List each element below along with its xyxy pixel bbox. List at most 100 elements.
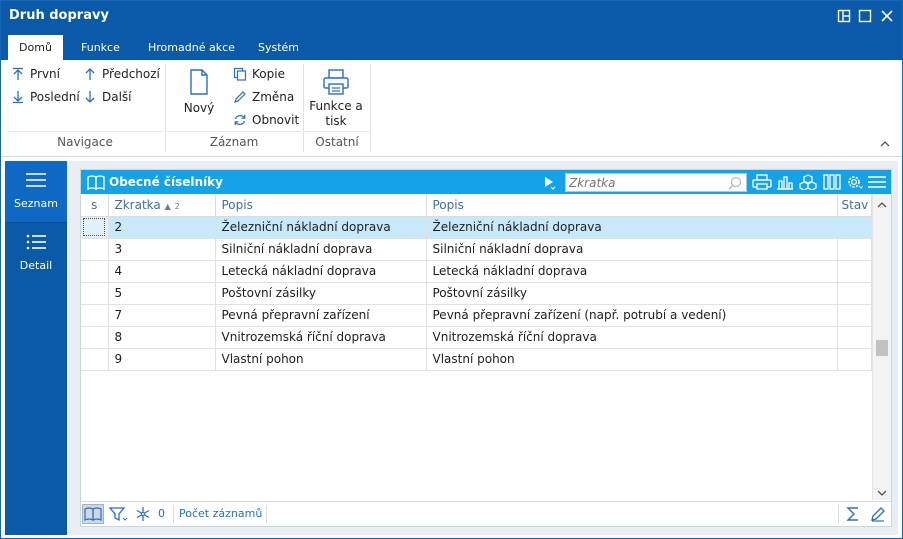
print-icon[interactable] bbox=[752, 173, 772, 191]
hamburger-menu-icon[interactable] bbox=[867, 173, 887, 191]
cell-popis-2[interactable]: Silniční nákladní doprava bbox=[426, 238, 838, 261]
cell-popis[interactable]: Silniční nákladní doprava bbox=[215, 238, 427, 261]
table-row[interactable]: 9 Vlastní pohon Vlastní pohon bbox=[81, 348, 872, 371]
table-row[interactable]: 2 Železniční nákladní doprava Železniční… bbox=[81, 216, 872, 239]
tab-funkce[interactable]: Funkce bbox=[71, 35, 130, 60]
collapse-ribbon-icon[interactable] bbox=[879, 138, 891, 152]
cell-stav[interactable] bbox=[837, 304, 872, 327]
row-status-cell[interactable] bbox=[81, 282, 109, 305]
print-functions-button[interactable]: Funkce a tisk bbox=[307, 68, 365, 129]
next-button[interactable]: Další bbox=[83, 90, 132, 104]
pencil-icon bbox=[234, 91, 246, 103]
row-status-cell[interactable] bbox=[81, 238, 109, 261]
cell-zkratka[interactable]: 5 bbox=[108, 282, 216, 305]
cell-popis-2[interactable]: Pevná přepravní zařízení (např. potrubí … bbox=[426, 304, 838, 327]
edit-pencil-icon[interactable] bbox=[868, 504, 888, 524]
cell-stav[interactable] bbox=[837, 282, 872, 305]
cell-popis[interactable]: Vnitrozemská říční doprava bbox=[215, 326, 427, 349]
row-status-cell[interactable] bbox=[81, 348, 109, 371]
cell-popis-2[interactable]: Vnitrozemská říční doprava bbox=[426, 326, 838, 349]
cell-zkratka[interactable]: 2 bbox=[108, 216, 216, 239]
tab-system[interactable]: Systém bbox=[248, 35, 309, 60]
frozen-count: 0 bbox=[158, 507, 165, 520]
cell-popis[interactable]: Vlastní pohon bbox=[215, 348, 427, 371]
column-header-zkratka[interactable]: Zkratka ▲ 2 bbox=[108, 194, 216, 217]
columns-icon[interactable] bbox=[822, 173, 842, 191]
search-icon[interactable] bbox=[727, 175, 743, 194]
column-header-popis-2[interactable]: Popis bbox=[426, 194, 838, 217]
cell-stav[interactable] bbox=[837, 216, 872, 239]
search-box[interactable] bbox=[565, 173, 747, 192]
cell-popis[interactable]: Poštovní zásilky bbox=[215, 282, 427, 305]
table-row[interactable]: 3 Silniční nákladní doprava Silniční nák… bbox=[81, 238, 872, 261]
filter-icon[interactable] bbox=[108, 504, 130, 524]
cell-zkratka[interactable]: 7 bbox=[108, 304, 216, 327]
close-icon[interactable] bbox=[877, 6, 897, 26]
settings-gear-icon[interactable] bbox=[845, 173, 865, 191]
sort-ascending-icon: ▲ bbox=[164, 201, 171, 211]
previous-button[interactable]: Předchozí bbox=[83, 67, 160, 81]
last-button[interactable]: Poslední bbox=[11, 90, 80, 104]
scroll-up-icon[interactable] bbox=[877, 198, 887, 212]
snowflake-icon[interactable] bbox=[134, 504, 152, 524]
cell-popis-2[interactable]: Letecká nákladní doprava bbox=[426, 260, 838, 283]
copy-label: Kopie bbox=[252, 67, 285, 81]
nav-seznam[interactable]: Seznam bbox=[5, 161, 67, 223]
scrollbar-thumb[interactable] bbox=[876, 340, 888, 356]
cell-stav[interactable] bbox=[837, 326, 872, 349]
edit-button[interactable]: Změna bbox=[233, 90, 294, 104]
cell-stav[interactable] bbox=[837, 348, 872, 371]
cell-popis-2[interactable]: Železniční nákladní doprava bbox=[426, 216, 838, 239]
record-count-button[interactable]: Počet záznamů bbox=[179, 507, 262, 520]
copy-button[interactable]: Kopie bbox=[233, 67, 285, 81]
new-document-icon bbox=[190, 69, 208, 95]
column-header-s[interactable]: s bbox=[81, 194, 109, 217]
cell-stav[interactable] bbox=[837, 260, 872, 283]
divider bbox=[167, 131, 301, 132]
chart-icon[interactable] bbox=[775, 173, 795, 191]
cell-zkratka[interactable]: 8 bbox=[108, 326, 216, 349]
row-status-cell[interactable] bbox=[81, 216, 109, 239]
cell-zkratka[interactable]: 4 bbox=[108, 260, 216, 283]
search-input[interactable] bbox=[566, 174, 726, 191]
arrow-first-icon bbox=[13, 67, 23, 80]
cubes-icon[interactable] bbox=[798, 173, 818, 191]
tab-hromadne-akce[interactable]: Hromadné akce bbox=[138, 35, 245, 60]
focus-box bbox=[83, 218, 105, 236]
sum-icon[interactable] bbox=[843, 504, 863, 524]
table-row[interactable]: 7 Pevná přepravní zařízení Pevná přeprav… bbox=[81, 304, 872, 327]
table-row[interactable]: 8 Vnitrozemská říční doprava Vnitrozemsk… bbox=[81, 326, 872, 349]
maximize-icon[interactable] bbox=[855, 6, 875, 26]
list-panel: Obecné číselníky Zkratka s Zkratka ▲ 2 P… bbox=[80, 169, 892, 527]
scroll-down-icon[interactable] bbox=[877, 486, 887, 500]
vertical-scrollbar[interactable] bbox=[872, 194, 891, 500]
next-label: Další bbox=[102, 90, 132, 104]
cell-zkratka[interactable]: 9 bbox=[108, 348, 216, 371]
cell-popis[interactable]: Letecká nákladní doprava bbox=[215, 260, 427, 283]
copy-icon bbox=[233, 67, 247, 81]
cell-popis[interactable]: Pevná přepravní zařízení bbox=[215, 304, 427, 327]
cell-popis-2[interactable]: Vlastní pohon bbox=[426, 348, 838, 371]
refresh-button[interactable]: Obnovit bbox=[233, 113, 299, 127]
restore-panel-icon[interactable] bbox=[834, 6, 854, 26]
first-button[interactable]: První bbox=[11, 67, 60, 81]
cell-popis[interactable]: Železniční nákladní doprava bbox=[215, 216, 427, 239]
new-record-button[interactable]: Nový bbox=[177, 68, 221, 115]
group-divider bbox=[165, 64, 166, 152]
table-row[interactable]: 5 Poštovní zásilky Poštovní zásilky bbox=[81, 282, 872, 305]
play-arrow-icon[interactable] bbox=[543, 175, 557, 194]
table-row[interactable]: 4 Letecká nákladní doprava Letecká nákla… bbox=[81, 260, 872, 283]
tab-domu[interactable]: Domů bbox=[8, 35, 63, 60]
column-header-zkratka-label: Zkratka bbox=[114, 197, 161, 212]
book-view-icon[interactable] bbox=[82, 504, 104, 524]
nav-detail[interactable]: Detail bbox=[5, 223, 67, 285]
records-table: s Zkratka ▲ 2 Popis Popis Stav 2 Železni… bbox=[81, 194, 872, 371]
cell-stav[interactable] bbox=[837, 238, 872, 261]
column-header-popis[interactable]: Popis bbox=[215, 194, 427, 217]
row-status-cell[interactable] bbox=[81, 326, 109, 349]
row-status-cell[interactable] bbox=[81, 260, 109, 283]
cell-popis-2[interactable]: Poštovní zásilky bbox=[426, 282, 838, 305]
cell-zkratka[interactable]: 3 bbox=[108, 238, 216, 261]
row-status-cell[interactable] bbox=[81, 304, 109, 327]
column-header-stav[interactable]: Stav bbox=[837, 194, 872, 217]
